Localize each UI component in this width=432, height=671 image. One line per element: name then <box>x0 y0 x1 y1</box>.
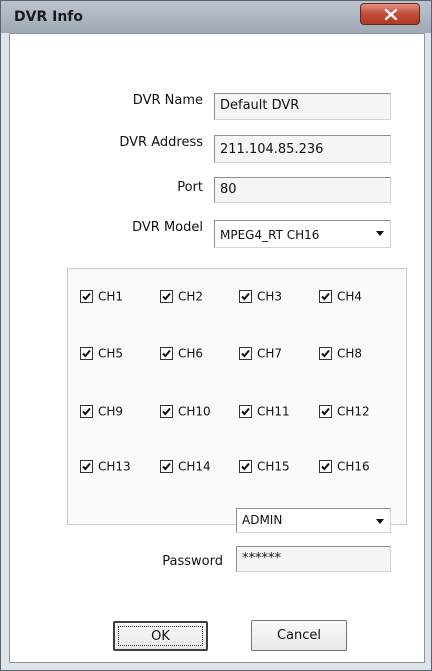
checkbox-box[interactable] <box>160 405 173 418</box>
channel-checkbox-6[interactable]: CH6 <box>160 346 203 364</box>
dvr-address-label: DVR Address <box>119 135 203 150</box>
checkmark-icon <box>82 462 91 471</box>
channel-checkbox-4[interactable]: CH4 <box>319 289 362 307</box>
checkmark-icon <box>162 462 171 471</box>
close-button[interactable] <box>360 3 420 25</box>
dvr-name-field[interactable]: Default DVR <box>214 93 391 120</box>
password-label: Password <box>162 554 223 569</box>
checkbox-box[interactable] <box>319 460 332 473</box>
channel-label: CH7 <box>257 346 283 361</box>
chevron-down-icon[interactable] <box>376 231 384 236</box>
channel-checkbox-14[interactable]: CH14 <box>160 459 211 477</box>
checkmark-icon <box>321 462 330 471</box>
dialog-body: DVR Name Default DVR DVR Address 211.104… <box>9 33 425 663</box>
channel-checkbox-3[interactable]: CH3 <box>239 289 282 307</box>
checkbox-box[interactable] <box>239 405 252 418</box>
channel-label: CH9 <box>98 404 124 419</box>
channel-checkbox-8[interactable]: CH8 <box>319 346 362 364</box>
dvr-address-field[interactable]: 211.104.85.236 <box>214 135 391 163</box>
channel-label: CH12 <box>337 404 370 419</box>
checkbox-box[interactable] <box>319 405 332 418</box>
dvr-model-label: DVR Model <box>132 220 203 235</box>
checkbox-box[interactable] <box>239 290 252 303</box>
port-field[interactable]: 80 <box>214 177 391 203</box>
focus-rectangle <box>118 626 203 646</box>
checkmark-icon <box>162 349 171 358</box>
channel-label: CH14 <box>178 459 211 474</box>
dvr-model-select[interactable]: MPEG4_RT CH16 <box>214 220 391 248</box>
checkmark-icon <box>321 292 330 301</box>
channel-label: CH15 <box>257 459 290 474</box>
checkbox-box[interactable] <box>239 460 252 473</box>
checkbox-box[interactable] <box>160 460 173 473</box>
checkmark-icon <box>241 349 250 358</box>
channel-label: CH10 <box>178 404 211 419</box>
checkbox-box[interactable] <box>319 290 332 303</box>
checkbox-box[interactable] <box>319 347 332 360</box>
user-select[interactable]: ADMIN <box>236 508 391 533</box>
checkbox-box[interactable] <box>239 347 252 360</box>
title-bar[interactable]: DVR Info <box>1 1 431 33</box>
dvr-name-label: DVR Name <box>132 93 203 108</box>
channel-checkbox-2[interactable]: CH2 <box>160 289 203 307</box>
channel-checkbox-7[interactable]: CH7 <box>239 346 282 364</box>
channel-checkbox-5[interactable]: CH5 <box>80 346 123 364</box>
channel-checkbox-9[interactable]: CH9 <box>80 404 123 422</box>
channel-label: CH4 <box>337 289 363 304</box>
checkmark-icon <box>241 292 250 301</box>
close-icon <box>384 8 398 21</box>
channel-checkbox-11[interactable]: CH11 <box>239 404 290 422</box>
checkmark-icon <box>82 407 91 416</box>
channel-label: CH6 <box>178 346 204 361</box>
chevron-down-icon[interactable] <box>376 519 384 524</box>
channel-checkbox-10[interactable]: CH10 <box>160 404 211 422</box>
dvr-info-dialog: DVR Info DVR Name Default DVR DVR Addres… <box>0 0 432 671</box>
ok-button[interactable]: OK <box>113 621 208 651</box>
checkbox-box[interactable] <box>80 347 93 360</box>
channel-label: CH13 <box>98 459 131 474</box>
checkmark-icon <box>241 407 250 416</box>
checkmark-icon <box>321 407 330 416</box>
cancel-button[interactable]: Cancel <box>251 620 347 651</box>
checkbox-box[interactable] <box>80 290 93 303</box>
checkmark-icon <box>162 292 171 301</box>
checkbox-box[interactable] <box>160 347 173 360</box>
window-title: DVR Info <box>14 9 83 25</box>
checkmark-icon <box>82 292 91 301</box>
channel-checkbox-16[interactable]: CH16 <box>319 459 370 477</box>
checkbox-box[interactable] <box>80 460 93 473</box>
channel-checkbox-15[interactable]: CH15 <box>239 459 290 477</box>
channel-label: CH16 <box>337 459 370 474</box>
channel-checkbox-1[interactable]: CH1 <box>80 289 123 307</box>
checkmark-icon <box>82 349 91 358</box>
channel-checkbox-13[interactable]: CH13 <box>80 459 131 477</box>
channel-group: CH1 CH2 CH3 CH4 CH5 CH6 CH7 CH8 CH9 CH10 CH11 CH12 C… <box>67 268 407 525</box>
password-field[interactable]: ****** <box>236 546 391 572</box>
checkbox-box[interactable] <box>160 290 173 303</box>
channel-label: CH8 <box>337 346 363 361</box>
dvr-model-value: MPEG4_RT CH16 <box>220 228 320 242</box>
user-value: ADMIN <box>242 513 283 527</box>
channel-checkbox-12[interactable]: CH12 <box>319 404 370 422</box>
channel-label: CH11 <box>257 404 290 419</box>
checkmark-icon <box>321 349 330 358</box>
cancel-button-label: Cancel <box>276 628 322 643</box>
checkbox-box[interactable] <box>80 405 93 418</box>
checkmark-icon <box>162 407 171 416</box>
channel-label: CH1 <box>98 289 124 304</box>
channel-label: CH5 <box>98 346 124 361</box>
checkmark-icon <box>241 462 250 471</box>
channel-label: CH3 <box>257 289 283 304</box>
port-label: Port <box>177 180 203 195</box>
channel-label: CH2 <box>178 289 204 304</box>
